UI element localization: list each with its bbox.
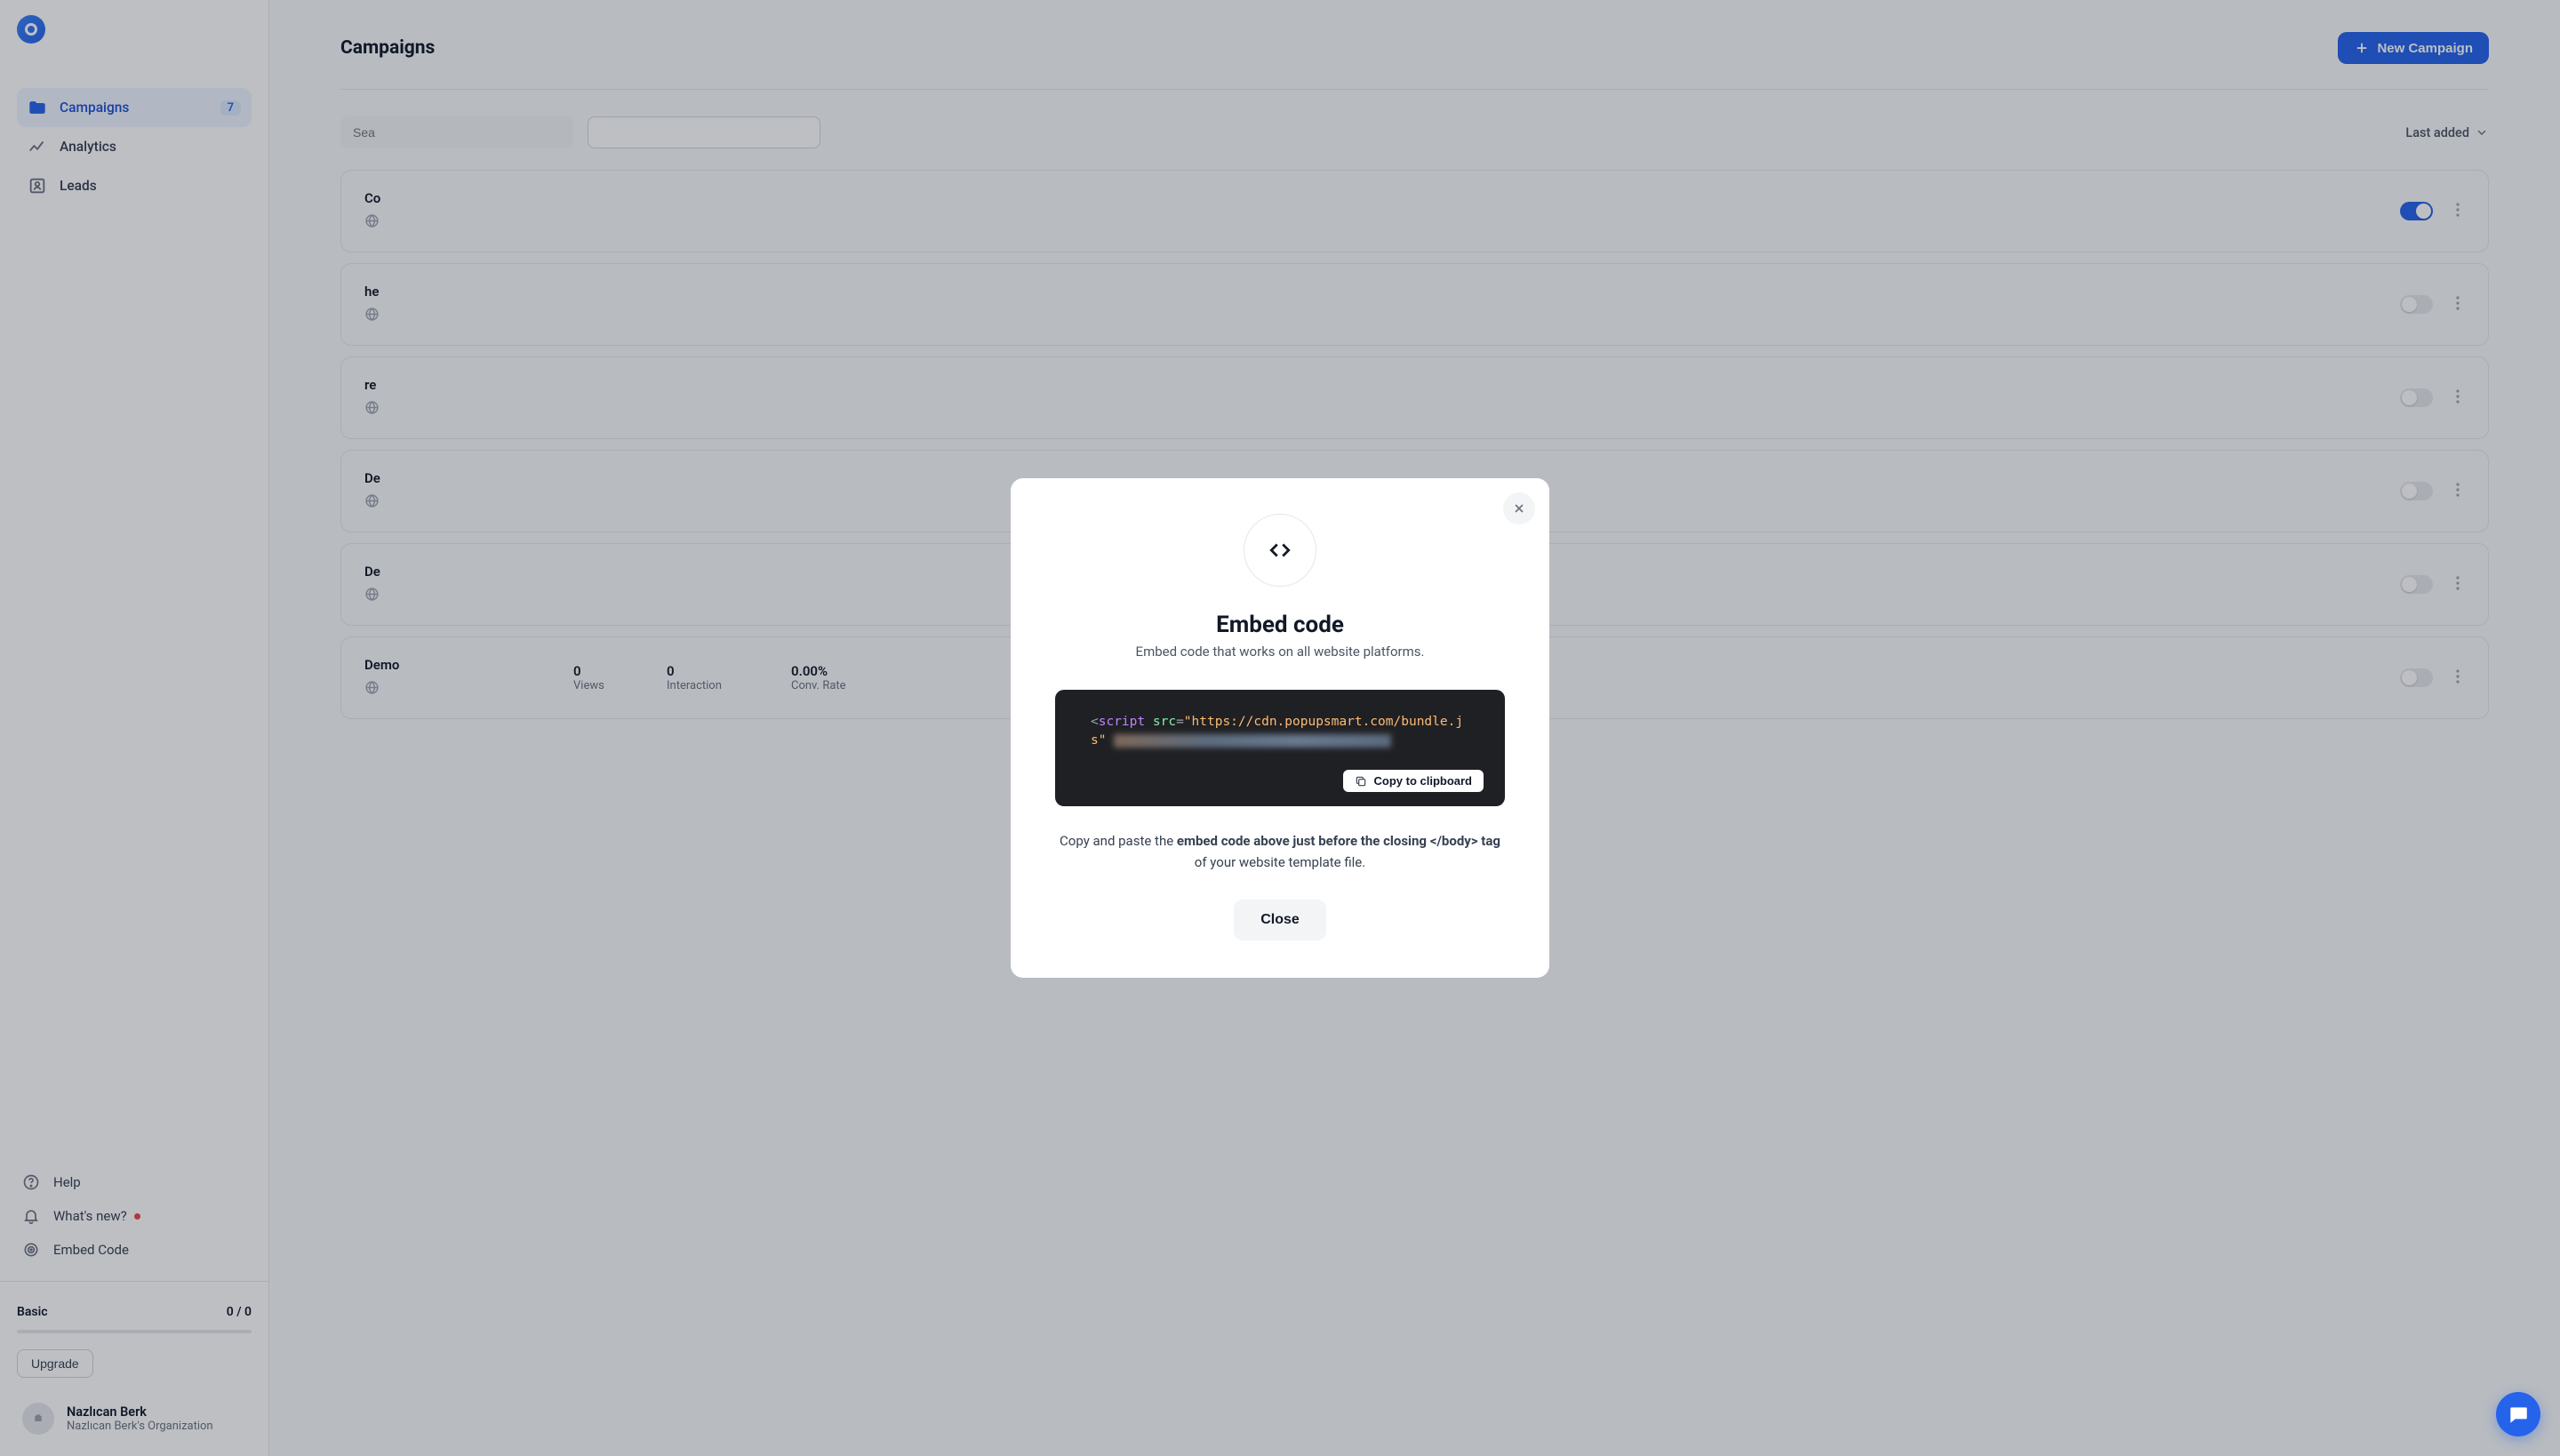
close-button[interactable] xyxy=(1503,492,1535,524)
modal-subtitle: Embed code that works on all website pla… xyxy=(1055,644,1505,660)
modal-overlay[interactable]: Embed code Embed code that works on all … xyxy=(0,0,2560,1456)
close-modal-button[interactable]: Close xyxy=(1234,900,1326,940)
copy-to-clipboard-button[interactable]: Copy to clipboard xyxy=(1343,770,1484,792)
chat-icon xyxy=(2507,1403,2530,1426)
modal-instructions: Copy and paste the embed code above just… xyxy=(1055,831,1505,873)
copy-icon xyxy=(1355,775,1367,788)
copy-label: Copy to clipboard xyxy=(1374,774,1473,788)
embed-code-modal: Embed code Embed code that works on all … xyxy=(1011,478,1549,978)
modal-title: Embed code xyxy=(1055,612,1505,638)
code-icon xyxy=(1244,514,1316,587)
code-block: <script src="https://cdn.popupsmart.com/… xyxy=(1055,690,1505,806)
chat-fab[interactable] xyxy=(2496,1392,2540,1436)
close-icon xyxy=(1512,501,1526,516)
redacted-code xyxy=(1114,734,1391,748)
